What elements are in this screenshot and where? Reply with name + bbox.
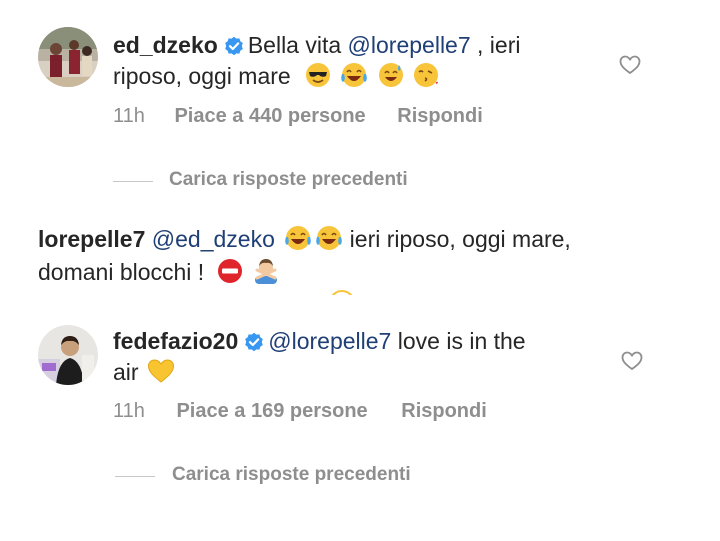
reply-lorepelle7-line2: domani blocchi ! (38, 256, 280, 292)
comment-fedefazio20-line1: fedefazio20 @lorepelle7 love is in the (113, 326, 526, 360)
mention-lorepelle7[interactable]: @lorepelle7 (268, 328, 391, 354)
comment-meta-row: 11h Piace a 440 persone Rispondi (113, 105, 483, 128)
comment-text: Bella vita (247, 32, 348, 58)
sweat-smile-emoji-icon (378, 62, 404, 96)
yellow-heart-emoji-icon (147, 358, 175, 392)
comment-ed-dzeko-line1: ed_dzeko Bella vita @lorepelle7 , ieri (113, 30, 520, 64)
like-heart-icon[interactable] (619, 55, 641, 80)
verified-badge-icon (224, 33, 244, 64)
reply-lorepelle7-line1: lorepelle7 @ed_dzeko ieri riposo, oggi m… (38, 224, 571, 259)
avatar-fedefazio20[interactable] (38, 325, 98, 385)
reply-text: domani blocchi ! (38, 259, 205, 285)
cropped-emoji-icon (329, 290, 355, 295)
likes-count-link[interactable]: Piace a 169 persone (176, 400, 367, 422)
load-previous-replies-button[interactable]: Carica risposte precedenti (169, 169, 408, 191)
comment-text: love is in the (391, 328, 526, 354)
tears-of-joy-emoji-icon (315, 225, 343, 259)
kiss-emoji-icon (413, 62, 439, 96)
load-previous-replies-button[interactable]: Carica risposte precedenti (172, 464, 411, 486)
man-gesturing-no-emoji-icon (252, 256, 280, 292)
timestamp: 11h (113, 400, 145, 422)
username-lorepelle7[interactable]: lorepelle7 (38, 226, 145, 252)
reply-button[interactable]: Rispondi (397, 105, 483, 127)
username-ed-dzeko[interactable]: ed_dzeko (113, 32, 218, 58)
sunglasses-emoji-icon (305, 62, 331, 96)
comment-text: , ieri (470, 32, 521, 58)
like-heart-icon[interactable] (621, 351, 643, 376)
comment-fedefazio20-line2: air (113, 357, 175, 392)
load-more-divider (115, 476, 155, 477)
tears-of-joy-emoji-icon (340, 62, 368, 96)
comment-meta-row: 11h Piace a 169 persone Rispondi (113, 400, 487, 423)
comment-ed-dzeko-line2: riposo, oggi mare (113, 61, 439, 96)
username-fedefazio20[interactable]: fedefazio20 (113, 328, 238, 354)
avatar-ed-dzeko[interactable] (38, 27, 98, 87)
timestamp: 11h (113, 105, 145, 127)
no-entry-emoji-icon (217, 258, 243, 292)
reply-button[interactable]: Rispondi (401, 400, 487, 422)
comment-text: riposo, oggi mare (113, 63, 291, 89)
load-more-divider (113, 181, 153, 182)
reply-text: ieri riposo, oggi mare, (343, 226, 571, 252)
likes-count-link[interactable]: Piace a 440 persone (174, 105, 365, 127)
verified-badge-icon (244, 329, 264, 360)
tears-of-joy-emoji-icon (284, 225, 312, 259)
mention-lorepelle7[interactable]: @lorepelle7 (348, 32, 471, 58)
comment-text: air (113, 359, 139, 385)
mention-ed-dzeko[interactable]: @ed_dzeko (152, 226, 275, 252)
